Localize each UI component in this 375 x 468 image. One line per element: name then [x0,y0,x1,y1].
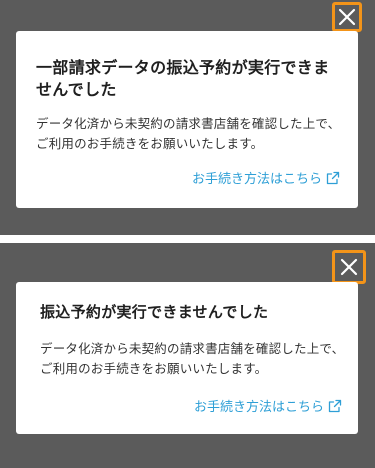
close-button[interactable] [332,2,362,32]
close-icon [340,258,358,276]
dialog-message: データ化済から未契約の請求書店舗を確認した上で、ご利用のお手続きをお願いいたしま… [36,116,341,151]
error-dialog: 振込予約が実行できませんでした データ化済から未契約の請求書店舗を確認した上で、… [16,282,358,434]
dialog-title: 振込予約が実行できませんでした [40,303,269,321]
modal-overlay: 一部請求データの振込予約が実行できませんでした データ化済から未契約の請求書店舗… [0,0,375,235]
external-link-icon [326,171,340,185]
close-button[interactable] [332,250,366,284]
external-link-icon [328,399,342,413]
dialog-message: データ化済から未契約の請求書店舗を確認した上で、ご利用のお手続きをお願いいたしま… [40,341,345,376]
modal-overlay: 振込予約が実行できませんでした データ化済から未契約の請求書店舗を確認した上で、… [0,243,375,468]
help-link-label: お手続き方法はこちら [193,400,324,415]
close-icon [338,8,356,26]
help-link[interactable]: お手続き方法はこちら [194,396,342,415]
help-link-label: お手続き方法はこちら [191,172,322,187]
error-dialog: 一部請求データの振込予約が実行できませんでした データ化済から未契約の請求書店舗… [16,31,358,208]
help-link[interactable]: お手続き方法はこちら [192,168,340,187]
dialog-title: 一部請求データの振込予約が実行できませんでした [36,58,330,99]
